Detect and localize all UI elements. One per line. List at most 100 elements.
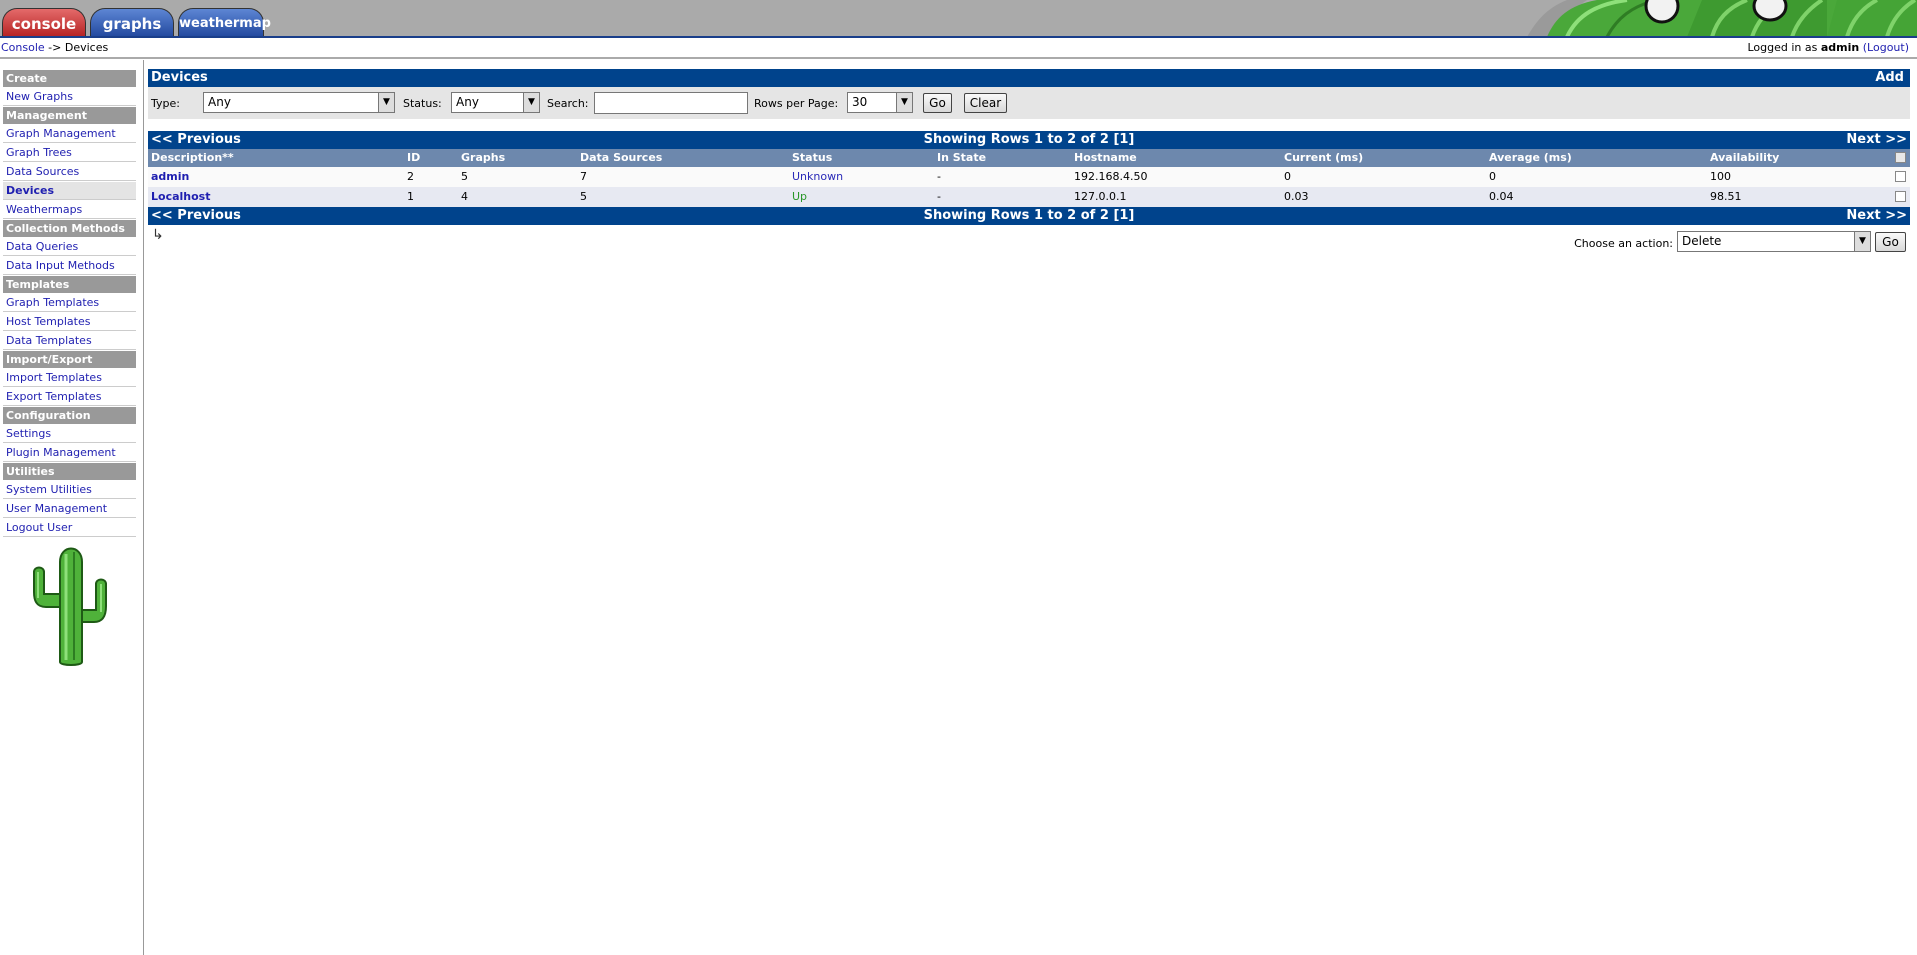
sidebar-link[interactable]: Graph Management	[6, 127, 116, 140]
column-header-description[interactable]: Description**	[151, 149, 234, 167]
column-header-availability[interactable]: Availability	[1710, 149, 1779, 167]
sidebar-item-host-templates[interactable]: Host Templates	[3, 313, 136, 331]
search-input[interactable]	[594, 92, 748, 114]
row-checkbox[interactable]	[1895, 191, 1906, 202]
sidebar-link[interactable]: Weathermaps	[6, 203, 82, 216]
sidebar-section-templates: Templates	[3, 276, 136, 293]
device-hostname: 127.0.0.1	[1074, 190, 1127, 203]
sidebar-item-data-sources[interactable]: Data Sources	[3, 163, 136, 181]
sidebar-link[interactable]: User Management	[6, 502, 107, 515]
sidebar-item-system-utilities[interactable]: System Utilities	[3, 481, 136, 499]
sidebar-item-plugin-management[interactable]: Plugin Management	[3, 444, 136, 462]
sidebar-link[interactable]: Devices	[6, 184, 54, 197]
sidebar-link[interactable]: Data Templates	[6, 334, 92, 347]
sidebar-link[interactable]: Settings	[6, 427, 51, 440]
type-filter-label: Type:	[151, 97, 180, 110]
sidebar-link[interactable]: Graph Trees	[6, 146, 72, 159]
chevron-down-icon: ▼	[378, 93, 394, 112]
sidebar-link[interactable]: New Graphs	[6, 90, 73, 103]
action-go-button[interactable]: Go	[1875, 232, 1906, 252]
column-header-current[interactable]: Current (ms)	[1284, 149, 1363, 167]
breadcrumb: Console -> Devices	[1, 39, 108, 57]
sidebar-link[interactable]: Data Input Methods	[6, 259, 115, 272]
tab-weathermap[interactable]: weathermap	[178, 8, 271, 37]
device-average-ms: 0	[1489, 170, 1496, 183]
sidebar-link[interactable]: System Utilities	[6, 483, 92, 496]
device-current-ms: 0	[1284, 170, 1291, 183]
sidebar-link[interactable]: Logout User	[6, 521, 72, 534]
sidebar-item-import-templates[interactable]: Import Templates	[3, 369, 136, 387]
tab-console[interactable]: console	[2, 8, 86, 37]
status-filter-select[interactable]: Any ▼	[451, 92, 540, 113]
sidebar-link[interactable]: Plugin Management	[6, 446, 116, 459]
rows-per-page-select[interactable]: 30 ▼	[847, 92, 913, 113]
device-id: 1	[407, 190, 414, 203]
sidebar-item-data-input-methods[interactable]: Data Input Methods	[3, 257, 136, 275]
sidebar-item-export-templates[interactable]: Export Templates	[3, 388, 136, 406]
table-header: Description** ID Graphs Data Sources Sta…	[148, 149, 1910, 167]
status-filter-value: Any	[456, 95, 479, 109]
sidebar-item-weathermaps[interactable]: Weathermaps	[3, 201, 136, 219]
column-header-hostname[interactable]: Hostname	[1074, 149, 1137, 167]
column-header-graphs[interactable]: Graphs	[461, 149, 505, 167]
sidebar-item-logout-user[interactable]: Logout User	[3, 519, 136, 537]
filter-clear-button[interactable]: Clear	[964, 93, 1007, 113]
search-label: Search:	[547, 97, 589, 110]
sidebar-link[interactable]: Host Templates	[6, 315, 90, 328]
filter-go-button[interactable]: Go	[923, 93, 952, 113]
sidebar-item-settings[interactable]: Settings	[3, 425, 136, 443]
tab-graphs[interactable]: graphs	[90, 8, 174, 37]
sidebar-item-graph-trees[interactable]: Graph Trees	[3, 144, 136, 162]
sidebar-item-data-templates[interactable]: Data Templates	[3, 332, 136, 350]
device-id: 2	[407, 170, 414, 183]
action-row: ↳ Choose an action: Delete ▼ Go	[148, 225, 1910, 255]
sidebar-item-graph-management[interactable]: Graph Management	[3, 125, 136, 143]
sidebar-item-data-queries[interactable]: Data Queries	[3, 238, 136, 256]
sidebar-link[interactable]: Graph Templates	[6, 296, 99, 309]
next-page-link[interactable]: Next >>	[1846, 131, 1907, 149]
sidebar-link[interactable]: Export Templates	[6, 390, 101, 403]
device-hostname: 192.168.4.50	[1074, 170, 1148, 183]
sidebar-item-user-management[interactable]: User Management	[3, 500, 136, 518]
sidebar-item-new-graphs[interactable]: New Graphs	[3, 88, 136, 106]
row-checkbox[interactable]	[1895, 171, 1906, 182]
devices-panel-header: Devices Add	[148, 69, 1910, 87]
next-page-link[interactable]: Next >>	[1846, 207, 1907, 225]
column-header-average[interactable]: Average (ms)	[1489, 149, 1572, 167]
table-row: Localhost 1 4 5 Up - 127.0.0.1 0.03 0.04…	[148, 187, 1910, 207]
sidebar-section-management: Management	[3, 107, 136, 124]
sidebar-section-utilities: Utilities	[3, 463, 136, 480]
sidebar-link[interactable]: Import Templates	[6, 371, 102, 384]
device-in-state: -	[937, 170, 941, 183]
logout-link[interactable]: (Logout)	[1863, 41, 1909, 54]
select-all-checkbox[interactable]	[1895, 152, 1906, 163]
sidebar-section-configuration: Configuration	[3, 407, 136, 424]
sidebar-item-graph-templates[interactable]: Graph Templates	[3, 294, 136, 312]
pager-info: Showing Rows 1 to 2 of 2 [1]	[923, 132, 1135, 147]
action-select[interactable]: Delete ▼	[1677, 231, 1871, 252]
device-description-link[interactable]: admin	[151, 167, 189, 187]
sidebar-item-devices[interactable]: Devices	[3, 182, 136, 200]
type-filter-select[interactable]: Any ▼	[203, 92, 395, 113]
chevron-down-icon: ▼	[896, 93, 912, 112]
column-header-in-state[interactable]: In State	[937, 149, 986, 167]
breadcrumb-console-link[interactable]: Console	[1, 41, 45, 54]
sidebar-section-import-export: Import/Export	[3, 351, 136, 368]
add-device-link[interactable]: Add	[1875, 69, 1904, 87]
column-header-data-sources[interactable]: Data Sources	[580, 149, 662, 167]
sidebar-section-collection-methods: Collection Methods	[3, 220, 136, 237]
sidebar-link[interactable]: Data Queries	[6, 240, 78, 253]
sidebar-link[interactable]: Data Sources	[6, 165, 79, 178]
cactus-logo-icon	[33, 547, 107, 666]
device-data-sources: 7	[580, 170, 587, 183]
device-status: Unknown	[792, 170, 844, 183]
device-description-link[interactable]: Localhost	[151, 187, 210, 207]
sidebar: Create New Graphs Management Graph Manag…	[0, 60, 144, 955]
login-prefix: Logged in as	[1747, 41, 1818, 54]
device-graphs: 5	[461, 170, 468, 183]
column-header-id[interactable]: ID	[407, 149, 420, 167]
device-in-state: -	[937, 190, 941, 203]
device-data-sources: 5	[580, 190, 587, 203]
column-header-status[interactable]: Status	[792, 149, 832, 167]
